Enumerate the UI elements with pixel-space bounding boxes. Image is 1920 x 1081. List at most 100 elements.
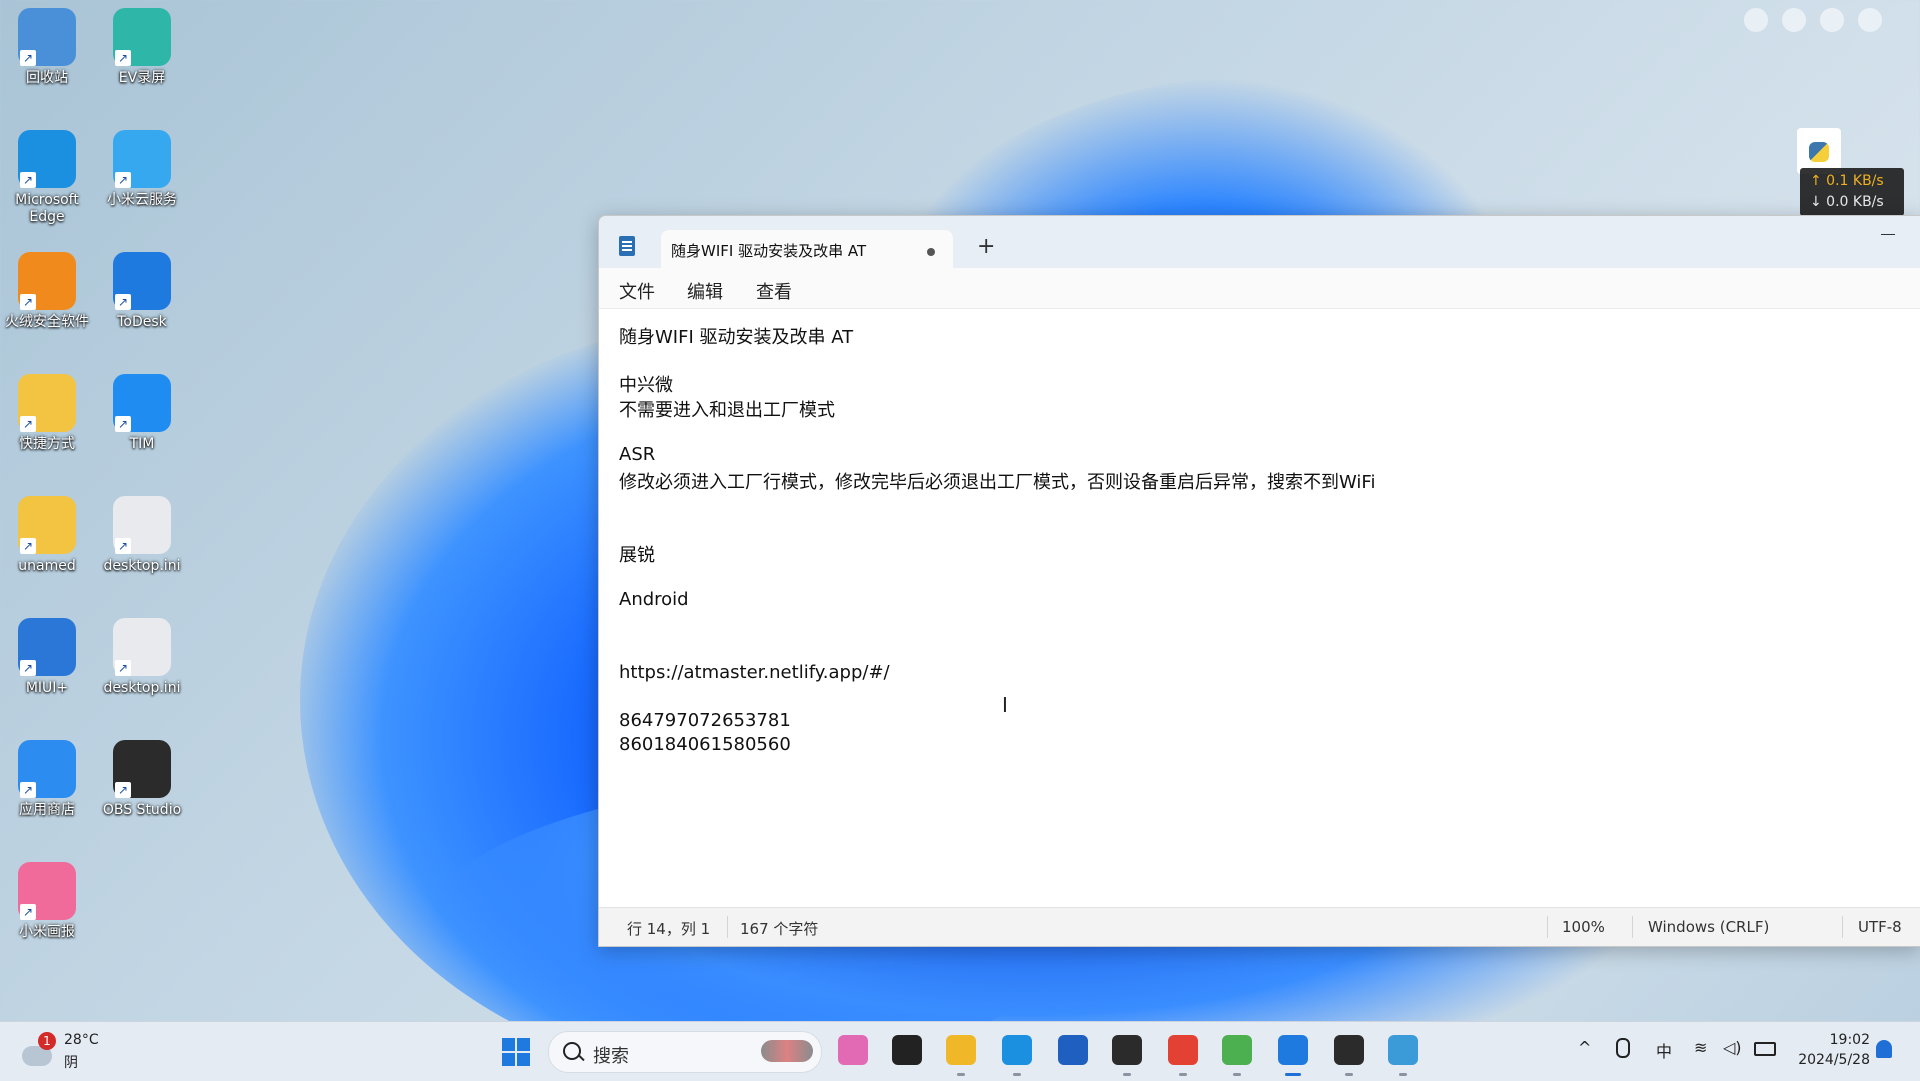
shortcut-arrow-icon: ↗ xyxy=(20,782,36,798)
text-editor[interactable]: I 随身WIFI 驱动安装及改串 AT 中兴微 不需要进入和退出工厂模式 ASR 修改必… xyxy=(599,308,1920,909)
text-line: 中兴微 xyxy=(619,375,673,397)
unsaved-dot-icon[interactable] xyxy=(927,248,935,256)
desktop-icon[interactable]: ↗ 回收站 xyxy=(2,8,92,87)
notification-bell-icon[interactable] xyxy=(1876,1040,1892,1058)
refresh-icon[interactable] xyxy=(1782,8,1806,32)
shortcut-arrow-icon: ↗ xyxy=(20,538,36,554)
desktop-icon[interactable]: ↗ EV录屏 xyxy=(97,8,187,87)
status-bar: 行 14，列 1 167 个字符 100% Windows (CRLF) UTF… xyxy=(599,907,1920,946)
terminal-icon[interactable] xyxy=(1112,1035,1142,1076)
xiaomi-cloud-icon: ↗ xyxy=(113,130,171,188)
start-button[interactable] xyxy=(502,1038,530,1066)
store-icon[interactable] xyxy=(1058,1035,1088,1065)
shortcut-arrow-icon: ↗ xyxy=(115,172,131,188)
desktop-icon-label: ToDesk xyxy=(117,314,167,330)
weather-condition: 阴 xyxy=(64,1055,78,1071)
edge-icon[interactable] xyxy=(1002,1035,1032,1076)
search-box[interactable]: 搜索 xyxy=(548,1031,822,1073)
divider xyxy=(1547,916,1548,938)
ime-indicator[interactable]: 中 xyxy=(1656,1038,1672,1062)
divider xyxy=(1632,916,1633,938)
encoding[interactable]: UTF-8 xyxy=(1858,918,1902,936)
desktop-icon[interactable]: ↗ ToDesk xyxy=(97,252,187,331)
image-tool-icon[interactable] xyxy=(1222,1035,1252,1076)
shortcut-arrow-icon: ↗ xyxy=(115,50,131,66)
battery-icon[interactable] xyxy=(1754,1042,1776,1056)
desktop-icon[interactable]: ↗ 火绒安全软件 xyxy=(2,252,92,331)
desktop-icon-label: TIM xyxy=(129,436,155,452)
tim-icon: ↗ xyxy=(113,374,171,432)
desktop-icon-label: EV录屏 xyxy=(118,70,166,86)
desktop-icon-label: MIUI+ xyxy=(25,680,69,696)
obs-icon[interactable] xyxy=(1334,1035,1364,1076)
notification-badge: 1 xyxy=(38,1032,56,1050)
tab-document[interactable]: 随身WIFI 驱动安装及改串 AT xyxy=(661,230,953,268)
clock-date: 2024/5/28 xyxy=(1798,1052,1870,1068)
desktop-icon-label: OBS Studio xyxy=(102,802,182,818)
shortcut-arrow-icon: ↗ xyxy=(20,294,36,310)
weibo-icon[interactable] xyxy=(1858,8,1882,32)
task-view-icon[interactable] xyxy=(892,1035,922,1065)
clock[interactable]: 19:02 2024/5/28 xyxy=(1796,1030,1870,1070)
copilot-icon[interactable] xyxy=(838,1035,868,1065)
text-line: Android xyxy=(619,589,689,611)
new-tab-button[interactable]: + xyxy=(977,236,995,258)
desktop-icon[interactable]: ↗ OBS Studio xyxy=(97,740,187,819)
shortcut-arrow-icon: ↗ xyxy=(20,416,36,432)
zoom-level[interactable]: 100% xyxy=(1562,918,1605,936)
divider xyxy=(727,916,728,938)
huorong-icon: ↗ xyxy=(18,252,76,310)
desktop-icon[interactable]: ↗ Microsoft Edge xyxy=(2,130,92,226)
taskbar: 1 28°C 阴 搜索 ^ 中 ≋ ◁) 19:02 2024/5/28 xyxy=(0,1021,1920,1081)
desktop-icon[interactable]: ↗ desktop.ini xyxy=(97,496,187,575)
search-placeholder: 搜索 xyxy=(593,1046,629,1067)
char-count: 167 个字符 xyxy=(740,920,819,938)
weather-temp: 28°C xyxy=(64,1032,99,1048)
desktop-icon[interactable]: ↗ 小米画报 xyxy=(2,862,92,941)
notepad-window: 随身WIFI 驱动安装及改串 AT + 文件 编辑 查看 I 随身WIFI 驱动… xyxy=(598,215,1920,947)
microphone-icon[interactable] xyxy=(1616,1038,1630,1058)
desktop-icon[interactable]: ↗ unamed xyxy=(2,496,92,575)
settings-file-icon: ↗ xyxy=(113,496,171,554)
notepad-icon[interactable] xyxy=(1278,1035,1308,1076)
chrome-icon[interactable] xyxy=(1168,1035,1198,1076)
notepad-icon xyxy=(619,236,635,256)
desktop-icon[interactable]: ↗ TIM xyxy=(97,374,187,453)
minimize-button[interactable] xyxy=(1881,234,1895,235)
ibeam-cursor-icon: I xyxy=(1002,693,1008,717)
text-line: 随身WIFI 驱动安装及改串 AT xyxy=(619,327,854,348)
chevron-up-icon[interactable]: ^ xyxy=(1578,1038,1591,1057)
desktop-icon[interactable]: ↗ MIUI+ xyxy=(2,618,92,697)
desktop-icon[interactable]: ↗ 应用商店 xyxy=(2,740,92,819)
shortcut-arrow-icon: ↗ xyxy=(115,782,131,798)
text-line: 修改必须进入工厂行模式，修改完毕后必须退出工厂模式，否则设备重启后异常，搜索不到… xyxy=(619,472,1376,494)
search-highlight-icon xyxy=(761,1040,813,1062)
desktop-icon[interactable]: ↗ desktop.ini xyxy=(97,618,187,697)
shield-icon[interactable] xyxy=(1744,8,1768,32)
shortcut-arrow-icon: ↗ xyxy=(115,294,131,310)
tab-title: 随身WIFI 驱动安装及改串 AT xyxy=(671,242,867,260)
line-ending[interactable]: Windows (CRLF) xyxy=(1648,918,1769,936)
menu-bar: 文件 编辑 查看 xyxy=(599,268,1920,308)
divider xyxy=(1842,916,1843,938)
menu-view[interactable]: 查看 xyxy=(756,278,792,304)
desktop-icon[interactable]: ↗ 快捷方式 xyxy=(2,374,92,453)
todesk-icon: ↗ xyxy=(113,252,171,310)
text-line: 展锐 xyxy=(619,544,655,566)
volume-icon[interactable]: ◁) xyxy=(1723,1038,1742,1057)
download-speed: ↓ 0.0 KB/s xyxy=(1810,194,1884,210)
obs-icon: ↗ xyxy=(113,740,171,798)
shortcut-arrow-icon: ↗ xyxy=(20,172,36,188)
pause-icon[interactable] xyxy=(1820,8,1844,32)
floating-tray-icons xyxy=(1744,8,1882,32)
desktop-icon[interactable]: ↗ 小米云服务 xyxy=(97,130,187,209)
desktop-icon-label: desktop.ini xyxy=(103,680,181,696)
ev-recorder-icon: ↗ xyxy=(113,8,171,66)
screen-tool-icon[interactable] xyxy=(1388,1035,1418,1076)
cursor-position: 行 14，列 1 xyxy=(627,920,711,938)
menu-edit[interactable]: 编辑 xyxy=(687,278,723,304)
wifi-icon[interactable]: ≋ xyxy=(1694,1038,1707,1057)
file-explorer-icon[interactable] xyxy=(946,1035,976,1076)
menu-file[interactable]: 文件 xyxy=(619,278,655,304)
shortcut-arrow-icon: ↗ xyxy=(115,416,131,432)
